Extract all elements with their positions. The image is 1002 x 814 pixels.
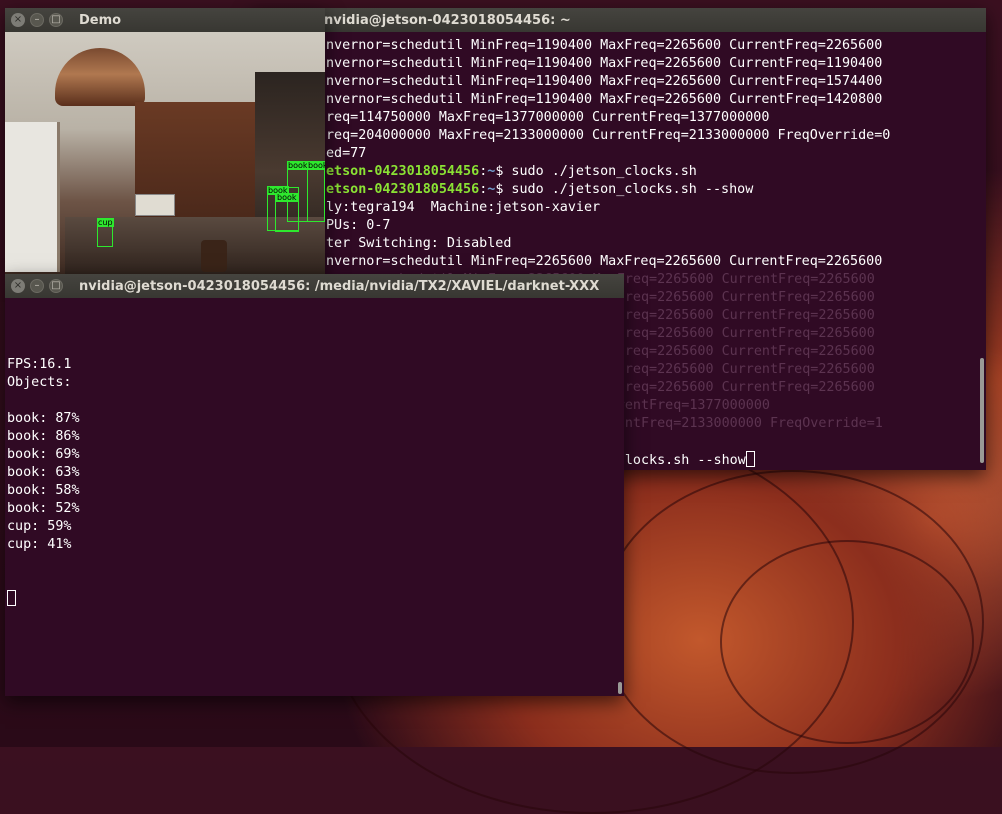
terminal-line: PUs: 0-7 [254,217,986,235]
terminal-text: nvernor=schedutil MinFreq=2265600 MaxFre… [326,254,883,269]
terminal-line: etson-0423018054456:~$ sudo ./jetson_clo… [254,163,986,181]
terminal-line: etson-0423018054456:~$ sudo ./jetson_clo… [254,181,986,199]
terminal-text: etson-0423018054456 [326,164,480,179]
terminal-line: nvernor=schedutil MinFreq=1190400 MaxFre… [254,37,986,55]
terminal-line: book: 58% [7,483,80,498]
microwave [135,194,175,216]
terminal-text: req=114750000 MaxFreq=1377000000 Current… [326,110,770,125]
close-icon[interactable]: × [11,279,25,293]
terminal-text: req=204000000 MaxFreq=2133000000 Current… [326,128,891,143]
terminal-text: nvernor=schedutil MinFreq=1190400 MaxFre… [326,74,883,89]
terminal-home-scrollbar[interactable] [980,358,984,463]
terminal-line: req=204000000 MaxFreq=2133000000 Current… [254,127,986,145]
detection-box-book [307,162,325,222]
window-title: Demo [79,12,122,28]
terminal-text: nvernor=schedutil MinFreq=1190400 MaxFre… [326,56,883,71]
terminal-text: $ sudo ./jetson_clocks.sh --show [495,182,754,197]
jar [201,240,227,272]
terminal-darknet-output[interactable]: FPS:16.1 Objects: book: 87% book: 86% book: … [5,298,624,696]
minimize-icon[interactable]: – [30,13,44,27]
close-icon[interactable]: × [11,13,25,27]
window-frame [5,122,60,272]
terminal-line: nvernor=schedutil MinFreq=1190400 MaxFre… [254,73,986,91]
terminal-text: nvernor=schedutil MinFreq=1190400 MaxFre… [326,92,883,107]
wallpaper-swirl [720,540,974,744]
lamp-shade [55,48,145,106]
terminal-text: ter Switching: Disabled [326,236,512,251]
terminal-home-titlebar[interactable]: nvidia@jetson-0423018054456: ~ [252,8,986,32]
terminal-line: nvernor=schedutil MinFreq=1190400 MaxFre… [254,55,986,73]
terminal-line: req=114750000 MaxFreq=1377000000 Current… [254,109,986,127]
detection-box-cup [97,225,113,247]
terminal-line: ly:tegra194 Machine:jetson-xavier [254,199,986,217]
terminal-text: etson-0423018054456 [326,182,480,197]
window-title: nvidia@jetson-0423018054456: /media/nvid… [79,278,600,294]
terminal-text: ed=77 [326,146,367,161]
terminal-line [7,590,624,609]
terminal-line: nvernor=schedutil MinFreq=1190400 MaxFre… [254,91,986,109]
terminal-text: PUs: 0-7 [326,218,391,233]
terminal-line: cup: 41% [7,537,72,552]
terminal-line: ed=77 [254,145,986,163]
terminal-darknet-titlebar[interactable]: × – □ nvidia@jetson-0423018054456: /medi… [5,274,624,298]
terminal-line: book: 52% [7,501,80,516]
detection-label: book [276,193,298,202]
terminal-line: nvernor=schedutil MinFreq=2265600 MaxFre… [254,253,986,271]
terminal-text: $ sudo ./jetson_clocks.sh [495,164,697,179]
maximize-icon[interactable]: □ [49,13,63,27]
maximize-icon[interactable]: □ [49,279,63,293]
terminal-text: nvernor=schedutil MinFreq=1190400 MaxFre… [326,38,883,53]
terminal-line: book: 63% [7,465,80,480]
detection-label: book [287,161,309,170]
terminal-line: Objects: [7,375,72,390]
detection-label: book [307,161,325,170]
minimize-icon[interactable]: – [30,279,44,293]
terminal-line: book: 86% [7,429,80,444]
demo-titlebar[interactable]: × – □ Demo [5,8,325,32]
terminal-line: book: 87% [7,411,80,426]
detection-label: cup [97,218,114,227]
text-cursor [7,590,16,606]
text-cursor [745,451,755,467]
terminal-window-darknet[interactable]: × – □ nvidia@jetson-0423018054456: /medi… [5,274,624,696]
terminal-text: ly:tegra194 Machine:jetson-xavier [326,200,601,215]
demo-window[interactable]: × – □ Demo cup book book book book [5,8,325,274]
terminal-line: cup: 59% [7,519,72,534]
terminal-line: FPS:16.1 [7,357,72,372]
camera-frame: cup book book book book [5,32,325,274]
terminal-line: book: 69% [7,447,80,462]
terminal-darknet-scrollbar[interactable] [618,682,622,694]
terminal-line: ter Switching: Disabled [254,235,986,253]
